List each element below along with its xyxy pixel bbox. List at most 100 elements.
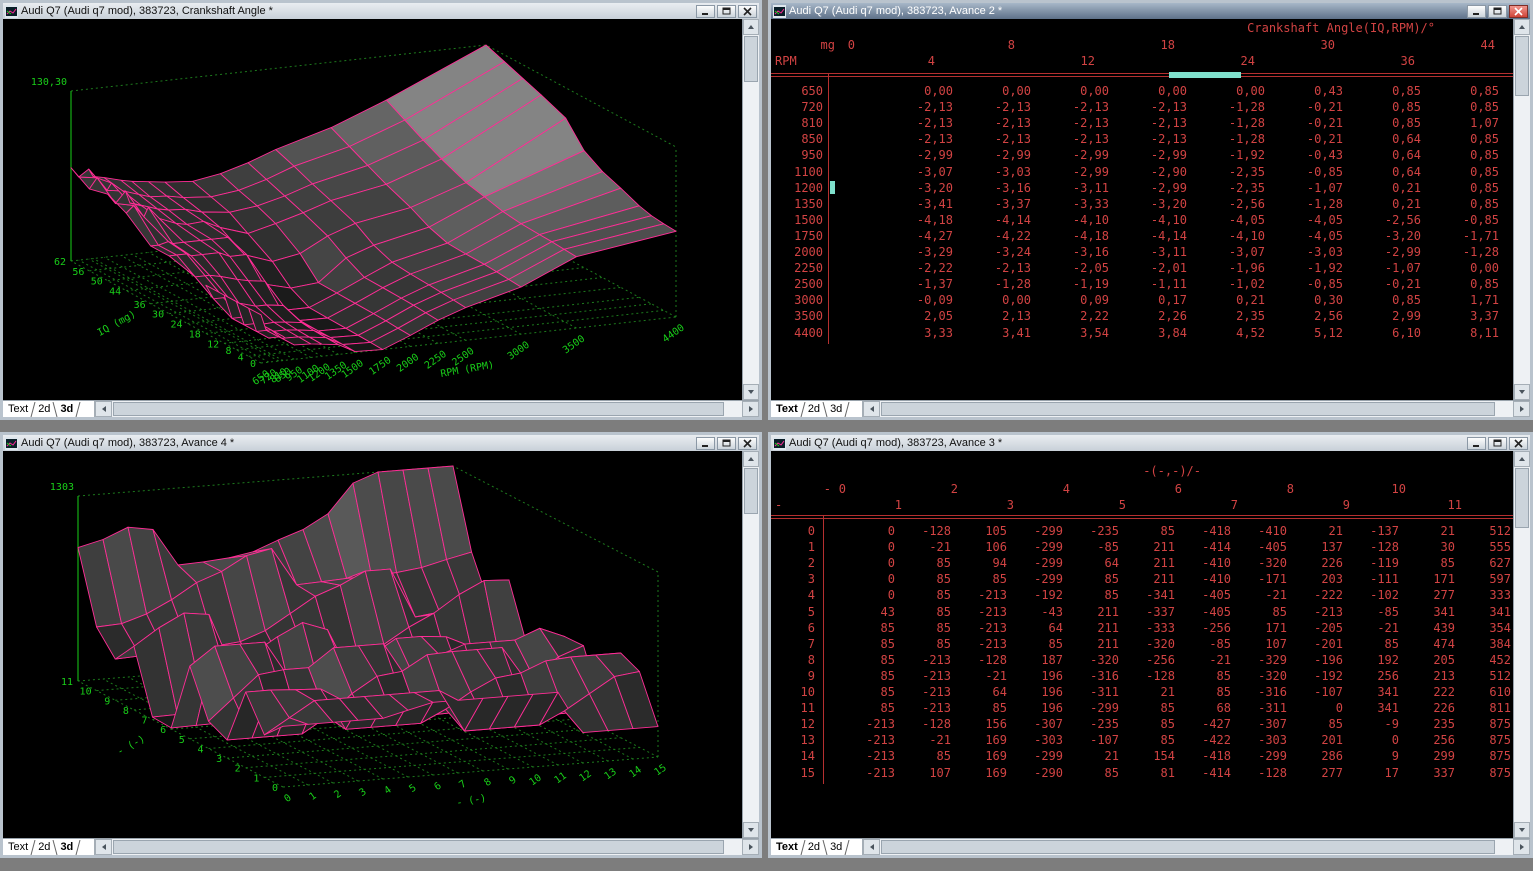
horizontal-scroll-track[interactable] xyxy=(112,401,742,417)
map-cell[interactable]: -0,21 xyxy=(1271,99,1343,115)
column-header[interactable]: 6 xyxy=(1142,481,1182,497)
map-cell[interactable]: -414 xyxy=(1181,539,1231,555)
row-header[interactable]: 12 xyxy=(771,716,815,732)
map-cell[interactable]: -3,29 xyxy=(881,244,953,260)
map-cell[interactable]: -299 xyxy=(1013,748,1063,764)
surface-3d-plot[interactable]: 0481218243036445056626507208108509501100… xyxy=(3,19,742,400)
map-cell[interactable]: -1,28 xyxy=(1193,131,1265,147)
map-cell[interactable]: 0,30 xyxy=(1271,292,1343,308)
map-cell[interactable]: 6,10 xyxy=(1349,325,1421,341)
map-cell[interactable]: 21 xyxy=(1125,684,1175,700)
map-cell[interactable]: 192 xyxy=(1349,652,1399,668)
map-cell[interactable]: 85 xyxy=(1069,587,1119,603)
column-header[interactable]: 44 xyxy=(1455,37,1495,53)
map-cell[interactable]: 811 xyxy=(1461,700,1511,716)
map-cell[interactable]: -196 xyxy=(1293,652,1343,668)
map-cell[interactable]: 21 xyxy=(1293,523,1343,539)
map-cell[interactable]: 203 xyxy=(1293,571,1343,587)
map-cell[interactable]: -303 xyxy=(1237,732,1287,748)
row-header[interactable]: 15 xyxy=(771,765,815,781)
map-cell[interactable]: 875 xyxy=(1461,716,1511,732)
map-cell[interactable]: -119 xyxy=(1349,555,1399,571)
map-cell[interactable]: -1,37 xyxy=(881,276,953,292)
map-cell[interactable]: 85 xyxy=(1125,523,1175,539)
map-cell[interactable]: 94 xyxy=(957,555,1007,571)
map-cell[interactable]: -3,16 xyxy=(1037,244,1109,260)
map-cell[interactable]: -405 xyxy=(1181,587,1231,603)
map-text-view[interactable]: Crankshaft Angle(IQ,RPM)/°mgRPM048121824… xyxy=(771,19,1513,400)
map-cell[interactable]: 341 xyxy=(1349,700,1399,716)
map-cell[interactable]: 0,21 xyxy=(1349,180,1421,196)
map-cell[interactable]: 0 xyxy=(845,571,895,587)
map-cell[interactable]: -128 xyxy=(1237,765,1287,781)
map-cell[interactable]: 30 xyxy=(1405,539,1455,555)
map-cell[interactable]: 85 xyxy=(1181,668,1231,684)
map-cell[interactable]: -2,13 xyxy=(959,260,1031,276)
row-header[interactable]: 650 xyxy=(777,83,823,99)
map-cell[interactable]: -2,35 xyxy=(1193,164,1265,180)
column-header[interactable]: 4 xyxy=(1030,481,1070,497)
map-cell[interactable]: -137 xyxy=(1349,523,1399,539)
map-cell[interactable]: -3,24 xyxy=(959,244,1031,260)
scroll-left-button[interactable] xyxy=(95,401,112,417)
map-cell[interactable]: 64 xyxy=(957,684,1007,700)
column-header[interactable]: 0 xyxy=(815,37,855,53)
tab-3d[interactable]: 3d xyxy=(59,403,74,415)
map-cell[interactable]: 2,35 xyxy=(1193,308,1265,324)
map-cell[interactable]: -0,85 xyxy=(1271,276,1343,292)
surface-3d-view[interactable]: 0481218243036445056626507208108509501100… xyxy=(3,19,742,400)
map-cell[interactable]: -235 xyxy=(1069,523,1119,539)
column-header[interactable]: 12 xyxy=(1055,53,1095,69)
maximize-button[interactable] xyxy=(717,5,736,18)
map-cell[interactable]: -0,85 xyxy=(1427,212,1499,228)
horizontal-scroll-thumb[interactable] xyxy=(881,402,1495,416)
map-cell[interactable]: 107 xyxy=(901,765,951,781)
map-cell[interactable]: -405 xyxy=(1237,539,1287,555)
map-cell[interactable]: -0,85 xyxy=(1271,164,1343,180)
column-header[interactable]: 18 xyxy=(1135,37,1175,53)
map-cell[interactable]: -414 xyxy=(1181,765,1231,781)
map-cell[interactable]: 85 xyxy=(845,652,895,668)
map-cell[interactable]: 439 xyxy=(1405,620,1455,636)
map-cell[interactable]: -213 xyxy=(845,716,895,732)
map-cell[interactable]: -1,02 xyxy=(1193,276,1265,292)
map-cell[interactable]: 5,12 xyxy=(1271,325,1343,341)
column-header[interactable]: 24 xyxy=(1215,53,1255,69)
map-cell[interactable]: 8,11 xyxy=(1427,325,1499,341)
map-cell[interactable]: -1,07 xyxy=(1271,180,1343,196)
vertical-scroll-track[interactable] xyxy=(743,35,759,384)
map-cell[interactable]: -4,05 xyxy=(1193,212,1265,228)
tab-2d[interactable]: 2d xyxy=(807,841,821,853)
map-cell[interactable]: -299 xyxy=(1013,539,1063,555)
column-header[interactable]: 5 xyxy=(1086,497,1126,513)
horizontal-scroll-track[interactable] xyxy=(880,401,1513,417)
map-cell[interactable]: 85 xyxy=(1125,732,1175,748)
map-cell[interactable]: -410 xyxy=(1181,555,1231,571)
map-cell[interactable]: 875 xyxy=(1461,748,1511,764)
map-cell[interactable]: 299 xyxy=(1405,748,1455,764)
minimize-button[interactable] xyxy=(696,437,715,450)
scroll-left-button[interactable] xyxy=(95,839,112,855)
map-cell[interactable]: 3,54 xyxy=(1037,325,1109,341)
row-header[interactable]: 810 xyxy=(777,115,823,131)
map-cell[interactable]: 0,85 xyxy=(1427,131,1499,147)
map-cell[interactable]: -3,07 xyxy=(881,164,953,180)
tab-3d[interactable]: 3d xyxy=(829,403,843,415)
map-cell[interactable]: -85 xyxy=(1181,636,1231,652)
map-cell[interactable]: 277 xyxy=(1405,587,1455,603)
map-cell[interactable]: -2,56 xyxy=(1349,212,1421,228)
tab-text[interactable]: Text xyxy=(775,841,799,853)
horizontal-scroll-track[interactable] xyxy=(880,839,1513,855)
column-header[interactable]: 30 xyxy=(1295,37,1335,53)
map-cell[interactable]: -3,20 xyxy=(881,180,953,196)
column-header[interactable]: 9 xyxy=(1310,497,1350,513)
column-header[interactable]: 8 xyxy=(975,37,1015,53)
map-cell[interactable]: 0 xyxy=(1293,700,1343,716)
row-header[interactable]: 1200 xyxy=(777,180,823,196)
map-cell[interactable]: 85 xyxy=(845,700,895,716)
map-cell[interactable]: 1,07 xyxy=(1427,115,1499,131)
map-cell[interactable]: -2,90 xyxy=(1115,164,1187,180)
map-cell[interactable]: 235 xyxy=(1405,716,1455,732)
scroll-down-button[interactable] xyxy=(1514,822,1530,838)
map-cell[interactable]: -320 xyxy=(1237,555,1287,571)
